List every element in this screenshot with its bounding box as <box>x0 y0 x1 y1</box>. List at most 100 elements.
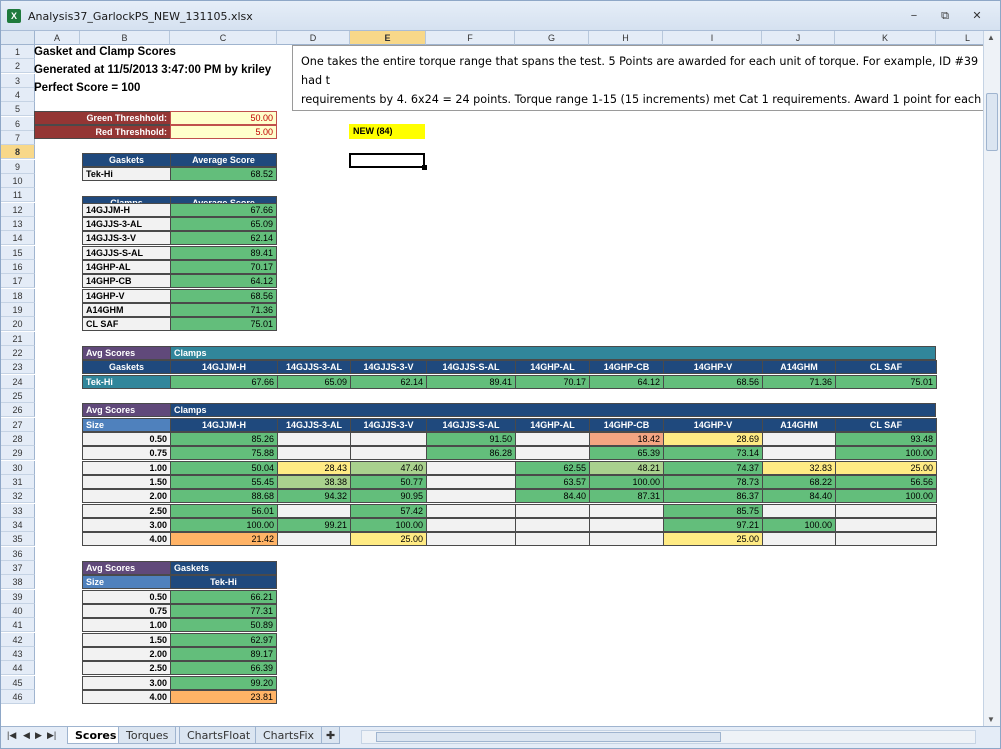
row-header-30[interactable]: 30 <box>1 461 35 475</box>
matrix-score-cell[interactable] <box>277 532 351 546</box>
matrix-score-cell[interactable]: 62.97 <box>170 633 277 647</box>
matrix-score-cell[interactable]: 66.21 <box>170 590 277 604</box>
matrix-score-cell[interactable]: 50.89 <box>170 618 277 632</box>
matrix-score-cell[interactable]: 99.20 <box>170 676 277 690</box>
row-header-5[interactable]: 5 <box>1 102 35 116</box>
matrix-score-cell[interactable]: 65.39 <box>589 446 664 460</box>
row-header-26[interactable]: 26 <box>1 403 35 417</box>
row-header-13[interactable]: 13 <box>1 217 35 231</box>
matrix-score-cell[interactable] <box>515 504 590 518</box>
column-header-d[interactable]: D <box>277 31 350 45</box>
matrix-score-cell[interactable] <box>762 432 836 446</box>
column-header-i[interactable]: I <box>663 31 762 45</box>
row-header-35[interactable]: 35 <box>1 532 35 546</box>
matrix-score-cell[interactable] <box>426 504 516 518</box>
worksheet-grid[interactable]: ABCDEFGHIJKL 1 2 3 4 5 6 7 8 9 10 11 12 13 14 15 16 17 18… <box>1 31 1000 726</box>
tab-chartsfloat[interactable]: ChartsFloat <box>179 727 259 744</box>
size-cell[interactable]: 1.50 <box>82 475 171 489</box>
matrix-score-cell[interactable]: 56.01 <box>170 504 278 518</box>
row-header-46[interactable]: 46 <box>1 690 35 704</box>
matrix-score-cell[interactable]: 18.42 <box>589 432 664 446</box>
matrix-score-cell[interactable] <box>835 518 937 532</box>
clamp-name[interactable]: 14GJJS-3-AL <box>82 217 171 231</box>
clamp-score[interactable]: 89.41 <box>170 246 277 260</box>
row-header-20[interactable]: 20 <box>1 317 35 331</box>
row-header-27[interactable]: 27 <box>1 418 35 432</box>
matrix-score-cell[interactable] <box>515 446 590 460</box>
matrix-score-cell[interactable] <box>350 432 427 446</box>
clamp-score[interactable]: 75.01 <box>170 317 277 331</box>
matrix-score-cell[interactable]: 100.00 <box>170 518 278 532</box>
matrix-score-cell[interactable] <box>762 532 836 546</box>
size-cell[interactable]: 1.00 <box>82 461 171 475</box>
matrix-score-cell[interactable] <box>277 504 351 518</box>
insert-sheet-icon[interactable]: ✚ <box>321 727 341 744</box>
row-header-32[interactable]: 32 <box>1 489 35 503</box>
row-header-2[interactable]: 2 <box>1 59 35 73</box>
row-header-9[interactable]: 9 <box>1 160 35 174</box>
matrix-score-cell[interactable] <box>835 504 937 518</box>
restore-button[interactable]: ⧉ <box>938 10 952 22</box>
matrix-score-cell[interactable] <box>515 518 590 532</box>
scroll-down-icon[interactable]: ▼ <box>987 715 995 724</box>
row-header-31[interactable]: 31 <box>1 475 35 489</box>
tab-scores[interactable]: Scores <box>67 727 125 744</box>
clamp-name[interactable]: 14GHP-CB <box>82 274 171 288</box>
column-header-j[interactable]: J <box>762 31 835 45</box>
column-header-b[interactable]: B <box>80 31 170 45</box>
matrix-score-cell[interactable]: 94.32 <box>277 489 351 503</box>
row-header-17[interactable]: 17 <box>1 274 35 288</box>
column-header-h[interactable]: H <box>589 31 663 45</box>
matrix-score-cell[interactable] <box>426 475 516 489</box>
matrix-score-cell[interactable]: 85.75 <box>663 504 763 518</box>
matrix-score-cell[interactable]: 21.42 <box>170 532 278 546</box>
matrix-score-cell[interactable]: 47.40 <box>350 461 427 475</box>
column-header-k[interactable]: K <box>835 31 936 45</box>
row-header-16[interactable]: 16 <box>1 260 35 274</box>
clamp-name[interactable]: 14GJJM-H <box>82 203 171 217</box>
clamp-score[interactable]: 70.17 <box>170 260 277 274</box>
size-cell[interactable]: 0.75 <box>82 446 171 460</box>
prev-sheet-icon[interactable]: ◀ <box>23 730 30 741</box>
row-header-43[interactable]: 43 <box>1 647 35 661</box>
size-cell[interactable]: 0.75 <box>82 604 171 618</box>
row-header-19[interactable]: 19 <box>1 303 35 317</box>
matrix-score-cell[interactable]: 86.28 <box>426 446 516 460</box>
clamp-score[interactable]: 71.36 <box>170 303 277 317</box>
tab-chartsfix[interactable]: ChartsFix <box>255 727 323 744</box>
matrix-score-cell[interactable]: 71.36 <box>762 375 836 389</box>
gasket-row-name[interactable]: Tek-Hi <box>82 375 171 389</box>
column-header-g[interactable]: G <box>515 31 589 45</box>
row-header-44[interactable]: 44 <box>1 661 35 675</box>
clamp-name[interactable]: 14GHP-V <box>82 289 171 303</box>
matrix-score-cell[interactable]: 86.37 <box>663 489 763 503</box>
matrix-score-cell[interactable]: 32.83 <box>762 461 836 475</box>
column-header-f[interactable]: F <box>426 31 515 45</box>
column-header-c[interactable]: C <box>170 31 277 45</box>
row-header-14[interactable]: 14 <box>1 231 35 245</box>
matrix-score-cell[interactable]: 93.48 <box>835 432 937 446</box>
matrix-score-cell[interactable]: 62.14 <box>350 375 427 389</box>
matrix-score-cell[interactable]: 87.31 <box>589 489 664 503</box>
matrix-score-cell[interactable] <box>426 532 516 546</box>
clamp-score[interactable]: 65.09 <box>170 217 277 231</box>
row-header-6[interactable]: 6 <box>1 117 35 131</box>
new-count-label[interactable]: NEW (84) <box>349 124 425 139</box>
matrix-score-cell[interactable]: 100.00 <box>835 489 937 503</box>
row-header-29[interactable]: 29 <box>1 446 35 460</box>
row-header-28[interactable]: 28 <box>1 432 35 446</box>
matrix-score-cell[interactable]: 99.21 <box>277 518 351 532</box>
matrix-score-cell[interactable]: 89.41 <box>426 375 516 389</box>
matrix-score-cell[interactable] <box>277 432 351 446</box>
matrix-score-cell[interactable]: 65.09 <box>277 375 351 389</box>
size-cell[interactable]: 4.00 <box>82 532 171 546</box>
matrix-score-cell[interactable]: 67.66 <box>170 375 278 389</box>
matrix-score-cell[interactable] <box>350 446 427 460</box>
tab-torques[interactable]: Torques <box>118 727 177 744</box>
horizontal-scrollbar[interactable] <box>361 730 976 744</box>
row-header-36[interactable]: 36 <box>1 547 35 561</box>
matrix-score-cell[interactable]: 100.00 <box>589 475 664 489</box>
row-header-18[interactable]: 18 <box>1 289 35 303</box>
size-cell[interactable]: 3.00 <box>82 676 171 690</box>
row-header-21[interactable]: 21 <box>1 332 35 346</box>
